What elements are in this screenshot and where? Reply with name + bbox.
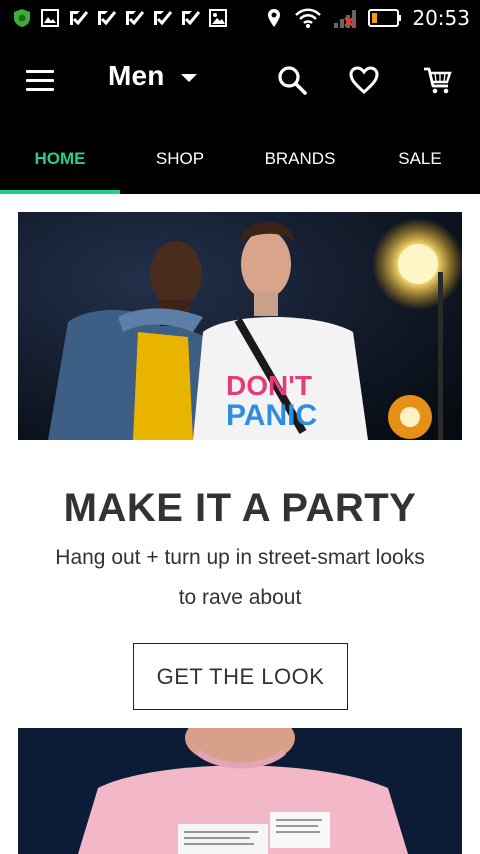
chevron-down-icon — [180, 74, 197, 82]
gallery-icon — [209, 9, 227, 27]
signal-icon — [334, 10, 357, 28]
hero-photo: DON'T PANIC — [18, 212, 462, 440]
location-icon — [268, 9, 281, 27]
check-icon — [126, 11, 144, 26]
heart-icon[interactable] — [348, 64, 380, 96]
get-the-look-button[interactable]: GET THE LOOK — [133, 643, 348, 710]
check-icon — [70, 11, 88, 26]
page-title: Men — [108, 60, 165, 91]
check-icon — [154, 11, 172, 26]
second-banner-image[interactable] — [18, 728, 462, 854]
image-icon — [41, 9, 59, 27]
menu-button[interactable] — [26, 66, 58, 94]
menu-icon — [26, 70, 54, 73]
check-icon — [98, 11, 116, 26]
shirt-text-top: DON'T — [226, 370, 312, 401]
status-bar: 20:53 — [0, 0, 480, 38]
tab-brands[interactable]: BRANDS — [240, 124, 360, 194]
tab-home[interactable]: HOME — [0, 124, 120, 194]
app-header: Men — [0, 38, 480, 124]
hero-banner-image[interactable]: DON'T PANIC — [18, 212, 462, 440]
wifi-icon — [295, 8, 322, 28]
shirt-text-bottom: PANIC — [226, 399, 317, 432]
notification-icons — [12, 8, 228, 28]
tab-shop[interactable]: SHOP — [120, 124, 240, 194]
check-icon — [182, 11, 200, 26]
battery-icon — [368, 9, 402, 27]
second-photo — [18, 728, 462, 854]
promo-subtitle: Hang out + turn up in street-smart looks… — [55, 546, 425, 609]
shield-icon — [14, 9, 30, 27]
promo-title: MAKE IT A PARTY — [63, 486, 417, 530]
system-icons: 20:53 — [264, 6, 470, 30]
tab-bar: HOME SHOP BRANDS SALE — [0, 124, 480, 194]
search-icon[interactable] — [276, 64, 308, 96]
category-selector[interactable]: Men — [108, 60, 197, 92]
tab-sale[interactable]: SALE — [360, 124, 480, 194]
clock: 20:53 — [412, 6, 470, 30]
cart-icon[interactable] — [422, 64, 454, 96]
